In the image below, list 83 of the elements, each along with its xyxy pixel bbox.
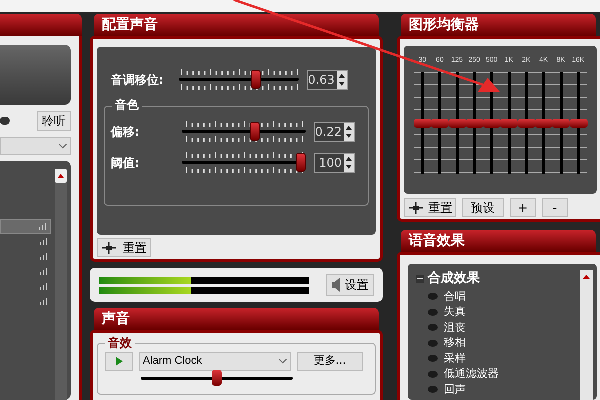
tree-item[interactable]: 低通滤波器 — [444, 366, 499, 382]
eq-slider-track[interactable] — [570, 72, 587, 174]
slider-track[interactable] — [182, 153, 306, 172]
eq-button[interactable]: - — [542, 198, 568, 217]
spin-arrows-icon[interactable] — [336, 70, 347, 88]
list-row[interactable] — [0, 219, 51, 234]
led-icon — [428, 293, 438, 300]
number-field[interactable]: 0.22 — [314, 122, 355, 142]
eq-button[interactable]: 预设 — [462, 198, 504, 217]
volume-slider[interactable] — [141, 370, 293, 386]
spin-arrows-icon[interactable] — [344, 122, 354, 140]
play-icon — [116, 357, 122, 366]
crosshair-icon — [101, 240, 117, 254]
slider-thumb[interactable] — [296, 153, 306, 172]
listen-button[interactable]: 聆听 — [37, 111, 71, 131]
speaker-icon — [331, 278, 341, 292]
tree-item[interactable]: 移相 — [444, 335, 466, 352]
chevron-down-icon — [279, 359, 287, 364]
sound-dropdown[interactable]: Alarm Clock — [139, 352, 291, 371]
settings-button[interactable]: 设置 — [326, 274, 374, 296]
slider-thumb[interactable] — [250, 70, 261, 89]
tree-item[interactable]: 失真 — [444, 304, 466, 320]
eq-slider-track[interactable] — [518, 72, 536, 174]
led-icon — [428, 308, 438, 316]
slider-label: 偏移: — [111, 124, 141, 140]
slider-thumb[interactable] — [250, 122, 260, 141]
panel-header: 语音效果 — [401, 230, 596, 252]
more-button[interactable]: 更多... — [297, 352, 363, 371]
eq-slider-track[interactable] — [535, 72, 552, 174]
number-field[interactable]: 0.63 — [307, 70, 348, 90]
chevron-down-icon — [59, 144, 67, 148]
slider-track[interactable] — [179, 70, 300, 89]
tree-item[interactable]: 合唱 — [444, 288, 466, 305]
collapse-icon[interactable] — [416, 275, 424, 283]
led-icon — [428, 355, 438, 362]
led-icon — [428, 386, 438, 394]
eq-slider-thumb[interactable] — [414, 118, 432, 128]
signal-icon — [40, 268, 48, 275]
tree-item[interactable]: 采样 — [444, 350, 466, 367]
scrollbar[interactable] — [580, 270, 593, 400]
slider-thumb[interactable] — [212, 370, 222, 386]
reset-button[interactable]: 重置 — [97, 238, 151, 257]
display-area — [0, 45, 71, 105]
eq-button[interactable]: + — [510, 198, 536, 217]
slider-thumb[interactable] — [0, 117, 10, 125]
signal-icon — [40, 253, 48, 260]
eq-slider-track[interactable] — [431, 72, 449, 174]
group-title: 音色 — [112, 96, 142, 114]
signal-icon — [40, 283, 48, 290]
eq-slider-thumb[interactable] — [518, 118, 536, 128]
signal-icon — [40, 298, 48, 305]
eq-slider-thumb[interactable] — [500, 118, 518, 128]
panel-header: 声音 — [94, 308, 379, 330]
tree-item[interactable]: 沮丧 — [444, 320, 466, 336]
group-title: 音效 — [105, 334, 135, 352]
play-button[interactable] — [105, 352, 133, 371]
eq-button[interactable]: 重置 — [404, 198, 456, 217]
tree-group[interactable]: 合成效果 — [428, 269, 480, 289]
eq-slider-thumb[interactable] — [552, 118, 570, 128]
eq-slider-track[interactable] — [500, 72, 518, 174]
led-icon — [428, 370, 438, 378]
spin-arrows-icon[interactable] — [344, 154, 354, 172]
eq-slider-thumb[interactable] — [431, 118, 450, 128]
signal-icon — [39, 223, 47, 230]
pitch-label: 音调移位: — [111, 72, 165, 88]
number-field[interactable]: 100 — [314, 152, 355, 172]
led-icon — [428, 340, 438, 347]
panel-header: 配置声音 — [94, 14, 379, 36]
eq-slider-track[interactable] — [552, 72, 570, 174]
eq-slider-thumb[interactable] — [570, 118, 588, 128]
crosshair-icon — [408, 200, 424, 214]
led-icon — [428, 324, 438, 332]
scroll-up-icon[interactable] — [55, 169, 67, 183]
panel-header: 图形均衡器 — [401, 14, 596, 36]
eq-slider-thumb[interactable] — [448, 118, 467, 128]
slider-label: 阈值: — [111, 154, 141, 172]
scrollbar[interactable] — [55, 169, 67, 400]
signal-icon — [40, 238, 48, 245]
eq-slider-track[interactable] — [448, 72, 466, 174]
tree-item[interactable]: 回声 — [444, 382, 466, 398]
eq-slider-track[interactable] — [466, 72, 484, 174]
eq-slider-track[interactable] — [414, 72, 432, 174]
slider-track[interactable] — [182, 122, 306, 141]
